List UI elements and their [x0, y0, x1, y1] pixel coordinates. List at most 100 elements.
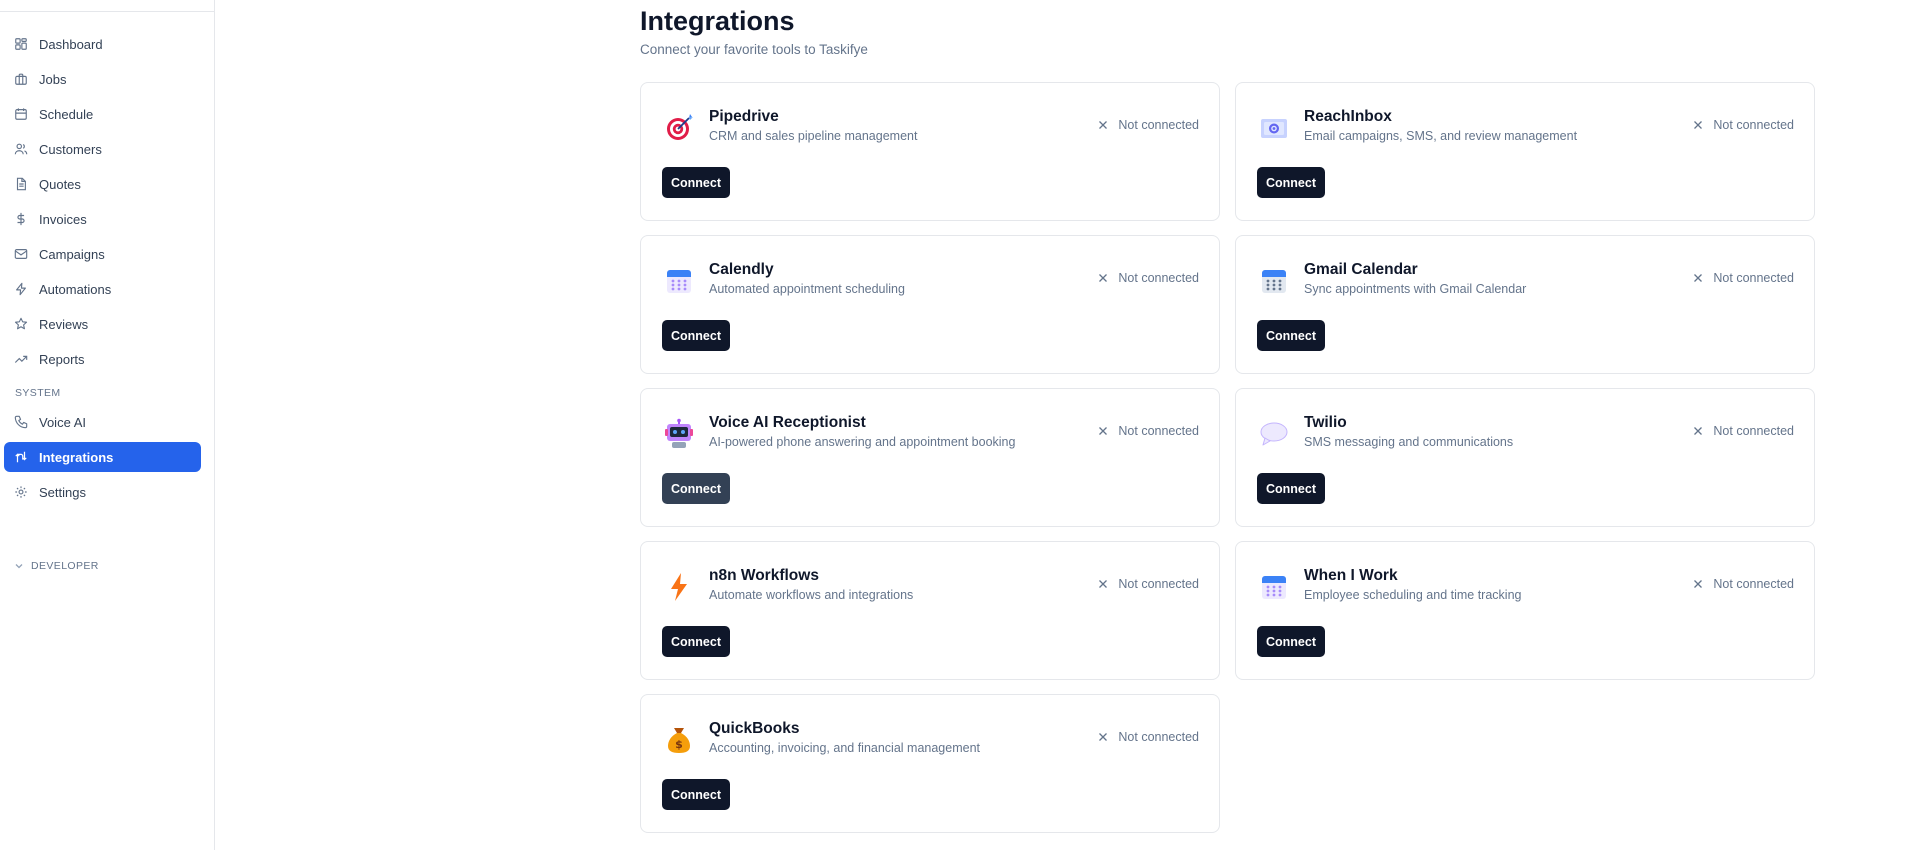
inbox-icon — [1261, 119, 1287, 138]
dashboard-icon — [14, 37, 28, 51]
status-text: Not connected — [1713, 577, 1794, 591]
integration-description: SMS messaging and communications — [1304, 435, 1514, 449]
document-icon — [14, 177, 28, 191]
integration-description: CRM and sales pipeline management — [709, 129, 918, 143]
connect-button[interactable]: Connect — [662, 779, 730, 810]
sidebar-item-label: Voice AI — [39, 414, 86, 430]
integration-name: ReachInbox — [1304, 108, 1392, 125]
close-icon — [1693, 579, 1703, 589]
integration-card-reachinbox: ReachInbox Email campaigns, SMS, and rev… — [1235, 82, 1815, 221]
sidebar-item-jobs[interactable]: Jobs — [4, 64, 201, 94]
integration-name: Voice AI Receptionist — [709, 414, 866, 431]
status-text: Not connected — [1713, 424, 1794, 438]
close-icon — [1693, 426, 1703, 436]
status-badge: Not connected — [1098, 577, 1199, 591]
chevron-down-icon — [14, 561, 24, 571]
connect-button[interactable]: Connect — [662, 473, 730, 504]
integration-card-pipedrive: Pipedrive CRM and sales pipeline managem… — [640, 82, 1220, 221]
integration-name: Gmail Calendar — [1304, 261, 1418, 278]
integrations-icon — [14, 450, 28, 464]
lightning-icon — [671, 573, 687, 601]
users-icon — [14, 142, 28, 156]
connect-button[interactable]: Connect — [1257, 626, 1325, 657]
integration-description: AI-powered phone answering and appointme… — [709, 435, 1016, 449]
sidebar-item-dashboard[interactable]: Dashboard — [4, 29, 201, 59]
briefcase-icon — [14, 72, 28, 86]
sidebar-item-label: Campaigns — [39, 246, 105, 262]
integration-card-gmail-calendar: Gmail Calendar Sync appointments with Gm… — [1235, 235, 1815, 374]
close-icon — [1098, 732, 1108, 742]
status-badge: Not connected — [1098, 271, 1199, 285]
sidebar-item-label: Customers — [39, 141, 102, 157]
target-icon — [667, 114, 693, 140]
divider — [0, 11, 214, 12]
connect-button[interactable]: Connect — [662, 320, 730, 351]
speech-bubble-icon — [1260, 422, 1288, 446]
integration-description: Automated appointment scheduling — [709, 282, 905, 296]
status-text: Not connected — [1713, 271, 1794, 285]
sidebar-item-label: Reviews — [39, 316, 89, 332]
integration-description: Email campaigns, SMS, and review managem… — [1304, 129, 1578, 143]
sidebar-item-label: Invoices — [39, 211, 87, 227]
sidebar-item-label: Integrations — [39, 449, 114, 465]
sidebar-item-integrations[interactable]: Integrations — [4, 442, 201, 472]
status-badge: Not connected — [1098, 730, 1199, 744]
integration-card-quickbooks: $ QuickBooks Accounting, invoicing, and … — [640, 694, 1220, 833]
sidebar-item-automations[interactable]: Automations — [4, 274, 201, 304]
integration-name: Pipedrive — [709, 108, 779, 125]
sidebar-item-quotes[interactable]: Quotes — [4, 169, 201, 199]
sidebar-item-voice-ai[interactable]: Voice AI — [4, 407, 201, 437]
status-badge: Not connected — [1098, 424, 1199, 438]
star-icon — [14, 317, 28, 331]
dollar-icon — [14, 212, 28, 226]
sidebar-item-schedule[interactable]: Schedule — [4, 99, 201, 129]
calendar-icon — [1262, 576, 1286, 599]
integration-card-twilio: Twilio SMS messaging and communications … — [1235, 388, 1815, 527]
sidebar-item-settings[interactable]: Settings — [4, 477, 201, 507]
connect-button[interactable]: Connect — [1257, 473, 1325, 504]
sidebar-item-invoices[interactable]: Invoices — [4, 204, 201, 234]
close-icon — [1693, 273, 1703, 283]
status-badge: Not connected — [1693, 577, 1794, 591]
sidebar-item-customers[interactable]: Customers — [4, 134, 201, 164]
phone-icon — [14, 415, 28, 429]
svg-text:$: $ — [675, 738, 683, 751]
status-badge: Not connected — [1693, 424, 1794, 438]
close-icon — [1098, 120, 1108, 130]
integration-name: QuickBooks — [709, 720, 800, 737]
status-badge: Not connected — [1693, 271, 1794, 285]
integration-name: When I Work — [1304, 567, 1398, 584]
calendar-icon — [14, 107, 28, 121]
sidebar-item-label: Reports — [39, 351, 85, 367]
integration-card-voice-ai-receptionist: Voice AI Receptionist AI-powered phone a… — [640, 388, 1220, 527]
sidebar: Dashboard Jobs Schedule Customers Quotes… — [0, 0, 215, 850]
integration-description: Sync appointments with Gmail Calendar — [1304, 282, 1527, 296]
integration-card-n8n-workflows: n8n Workflows Automate workflows and int… — [640, 541, 1220, 680]
connect-button[interactable]: Connect — [662, 167, 730, 198]
sidebar-item-reports[interactable]: Reports — [4, 344, 201, 374]
status-badge: Not connected — [1098, 118, 1199, 132]
connect-button[interactable]: Connect — [662, 626, 730, 657]
sidebar-item-label: Dashboard — [39, 36, 103, 52]
connect-button[interactable]: Connect — [1257, 167, 1325, 198]
integration-description: Employee scheduling and time tracking — [1304, 588, 1522, 602]
sidebar-item-label: Jobs — [39, 71, 67, 87]
sidebar-item-reviews[interactable]: Reviews — [4, 309, 201, 339]
integration-name: Calendly — [709, 261, 774, 278]
integration-card-calendly: Calendly Automated appointment schedulin… — [640, 235, 1220, 374]
status-text: Not connected — [1118, 730, 1199, 744]
lightning-icon — [14, 282, 28, 296]
status-text: Not connected — [1118, 424, 1199, 438]
developer-section-toggle[interactable]: DEVELOPER — [14, 560, 99, 572]
status-text: Not connected — [1118, 118, 1199, 132]
integration-description: Automate workflows and integrations — [709, 588, 914, 602]
integration-description: Accounting, invoicing, and financial man… — [709, 741, 981, 755]
connect-button[interactable]: Connect — [1257, 320, 1325, 351]
close-icon — [1098, 273, 1108, 283]
sidebar-item-campaigns[interactable]: Campaigns — [4, 239, 201, 269]
sidebar-item-label: Automations — [39, 281, 112, 297]
money-bag-icon: $ — [668, 728, 690, 753]
close-icon — [1098, 426, 1108, 436]
page-subtitle: Connect your favorite tools to Taskifye — [640, 42, 868, 57]
page-title: Integrations — [640, 6, 795, 36]
